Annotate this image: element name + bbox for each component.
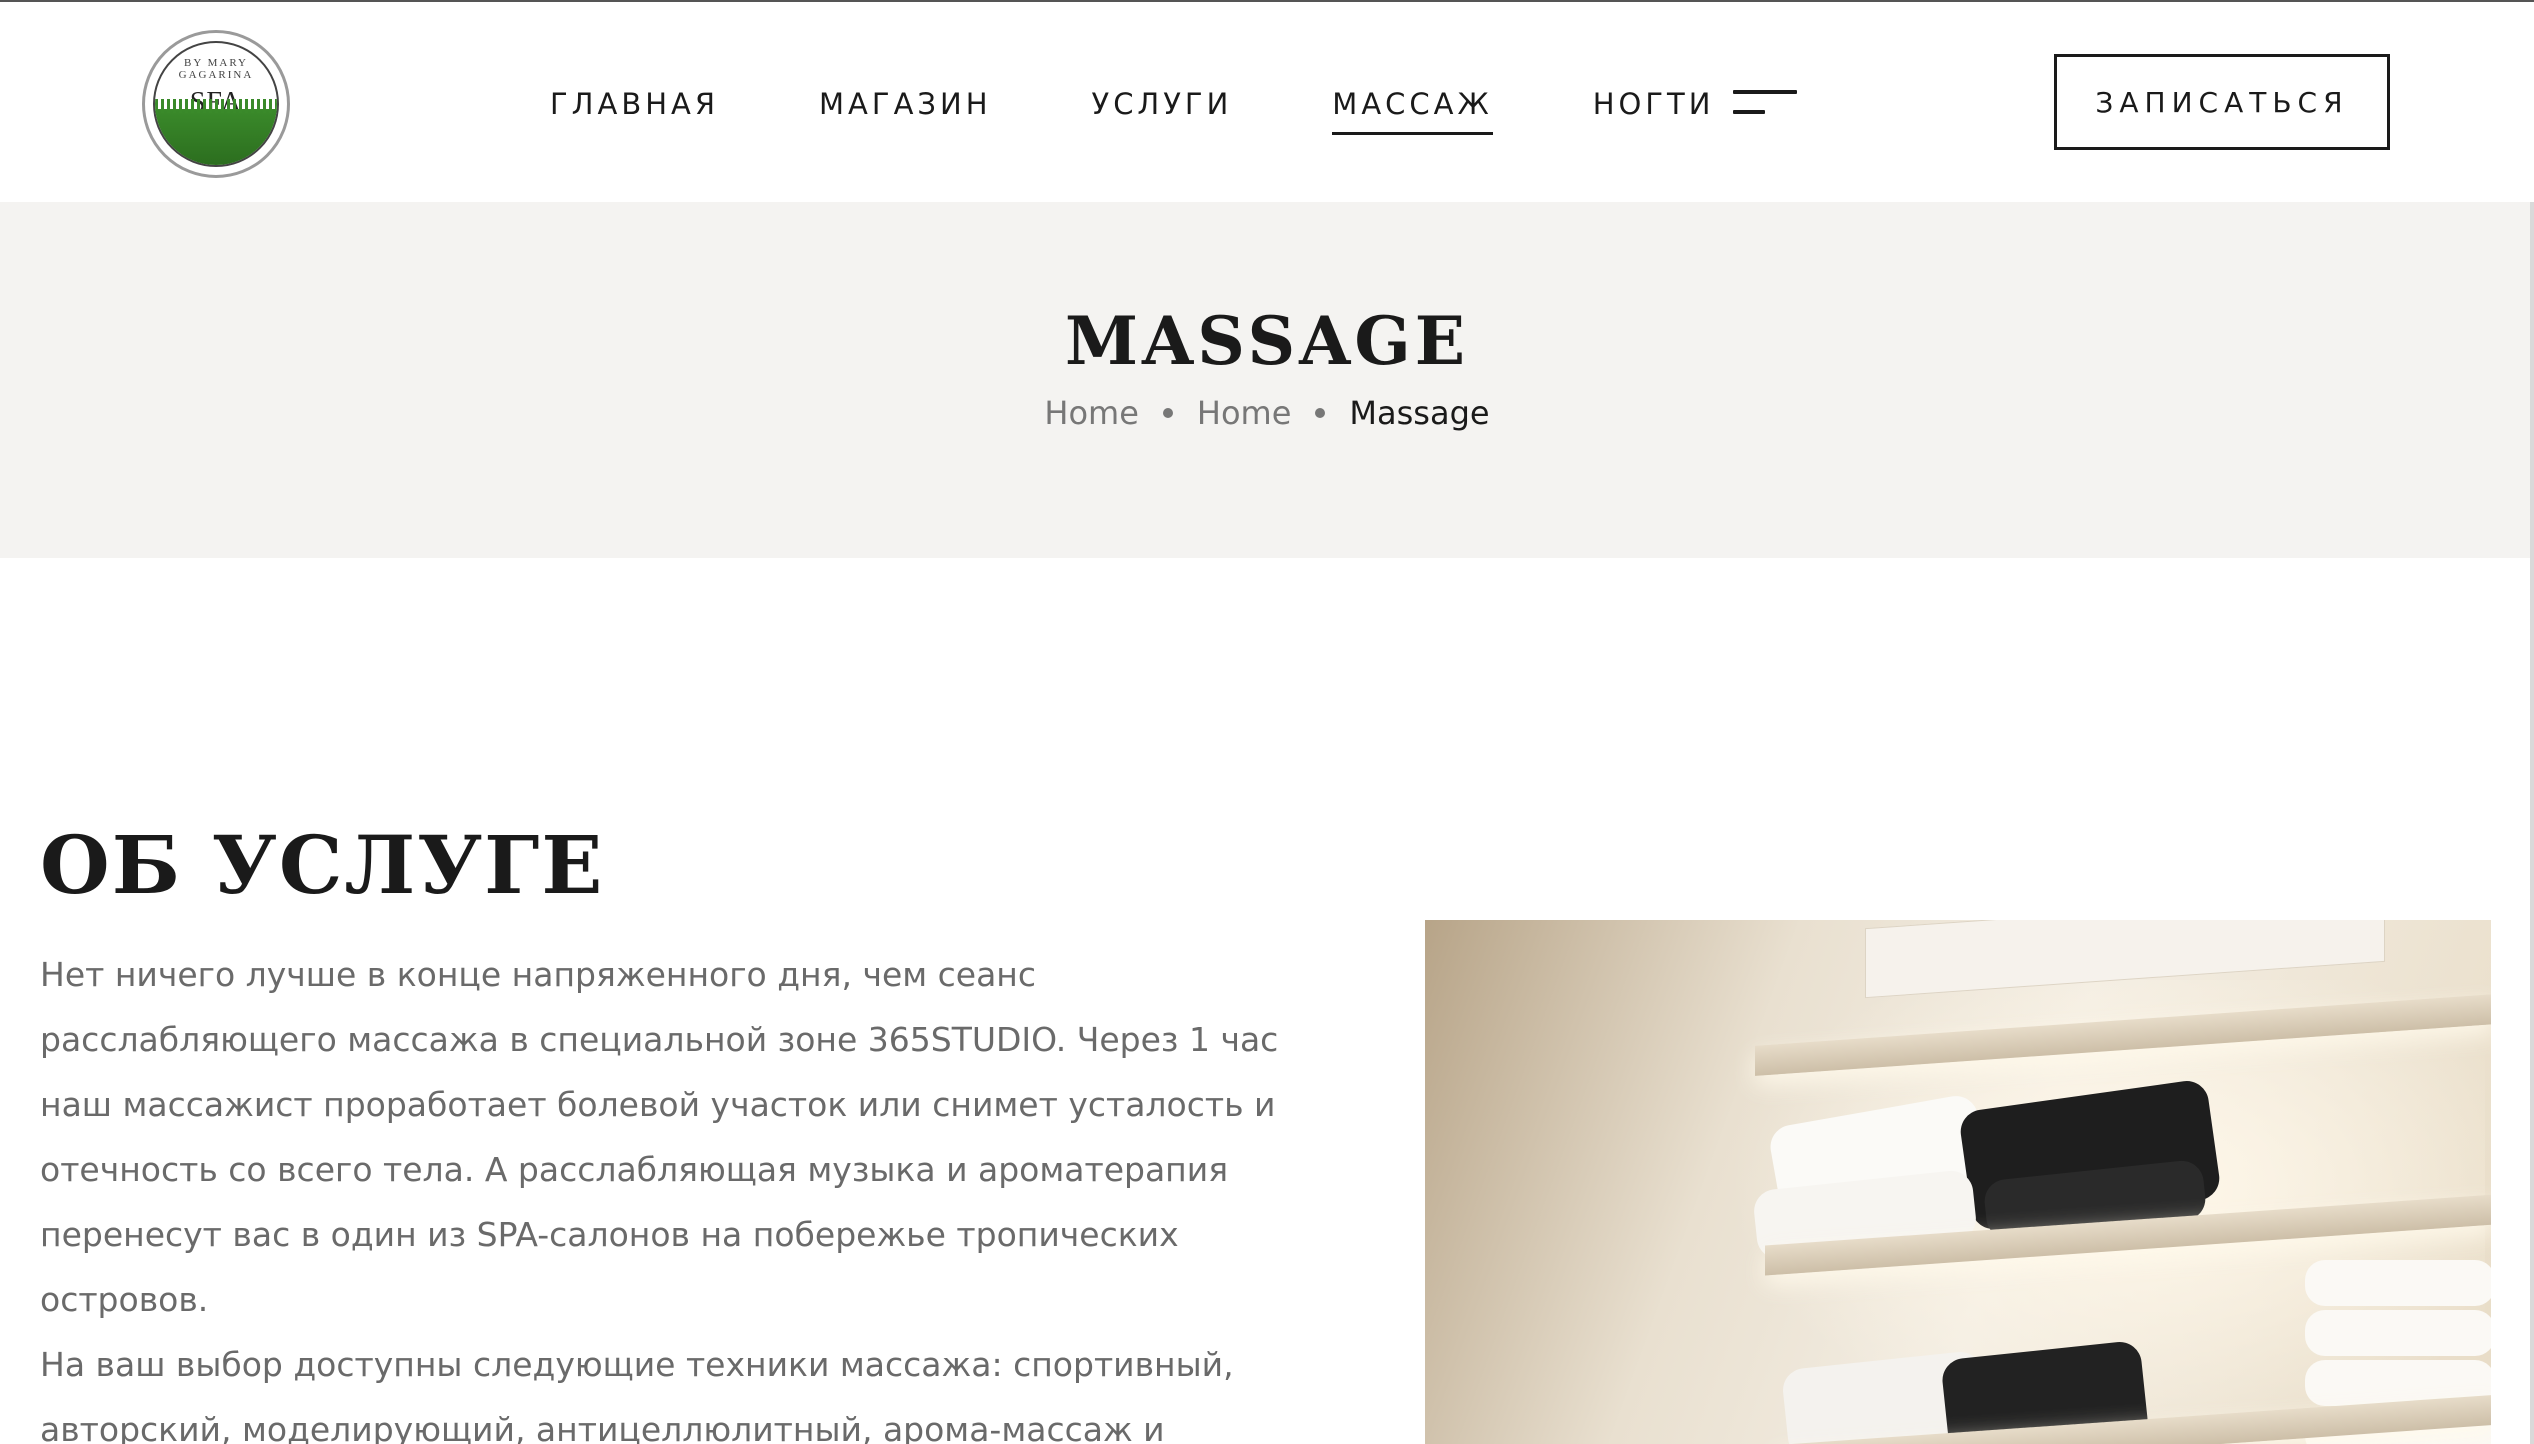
photo-towel-stack bbox=[2305, 1260, 2491, 1306]
service-description: Нет ничего лучше в конце напряженного дн… bbox=[40, 955, 1279, 1319]
breadcrumb-separator bbox=[1315, 408, 1326, 418]
massage-techniques-text: На ваш выбор доступны следующие техники … bbox=[40, 1345, 1234, 1444]
breadcrumb: Home Home Massage bbox=[0, 394, 2534, 432]
breadcrumb-home-2[interactable]: Home bbox=[1197, 394, 1292, 432]
breadcrumb-home[interactable]: Home bbox=[1044, 394, 1139, 432]
breadcrumb-separator bbox=[1162, 408, 1173, 418]
nav-item-home[interactable]: ГЛАВНАЯ bbox=[550, 87, 719, 121]
menu-icon-line bbox=[1733, 90, 1797, 94]
page-title-band: MASSAGE Home Home Massage bbox=[0, 202, 2534, 558]
nav-item-services[interactable]: УСЛУГИ bbox=[1092, 87, 1233, 121]
main-nav: ГЛАВНАЯ МАГАЗИН УСЛУГИ МАССАЖ НОГТИ bbox=[550, 82, 1814, 135]
page-edge bbox=[2530, 202, 2534, 1444]
breadcrumb-current: Massage bbox=[1349, 394, 1490, 432]
nav-item-massage[interactable]: МАССАЖ bbox=[1332, 87, 1494, 135]
photo-towel-stack bbox=[2305, 1310, 2491, 1356]
logo[interactable]: BY MARY GAGARINA SFA bbox=[142, 30, 290, 178]
shelves-photo bbox=[1425, 920, 2491, 1444]
book-button[interactable]: ЗАПИСАТЬСЯ bbox=[2054, 54, 2390, 150]
menu-icon[interactable] bbox=[1733, 88, 1797, 120]
nav-item-shop[interactable]: МАГАЗИН bbox=[819, 87, 991, 121]
logo-arc-text: BY MARY GAGARINA bbox=[178, 57, 254, 81]
page-title: MASSAGE bbox=[1064, 302, 1470, 380]
site-header: BY MARY GAGARINA SFA ГЛАВНАЯ МАГАЗИН УСЛ… bbox=[0, 2, 2534, 202]
logo-grass bbox=[155, 98, 277, 165]
section-title: ОБ УСЛУГЕ bbox=[40, 818, 605, 912]
nav-item-nails[interactable]: НОГТИ bbox=[1593, 87, 1715, 121]
menu-icon-line bbox=[1733, 110, 1765, 114]
logo-emblem: BY MARY GAGARINA SFA bbox=[153, 41, 279, 167]
